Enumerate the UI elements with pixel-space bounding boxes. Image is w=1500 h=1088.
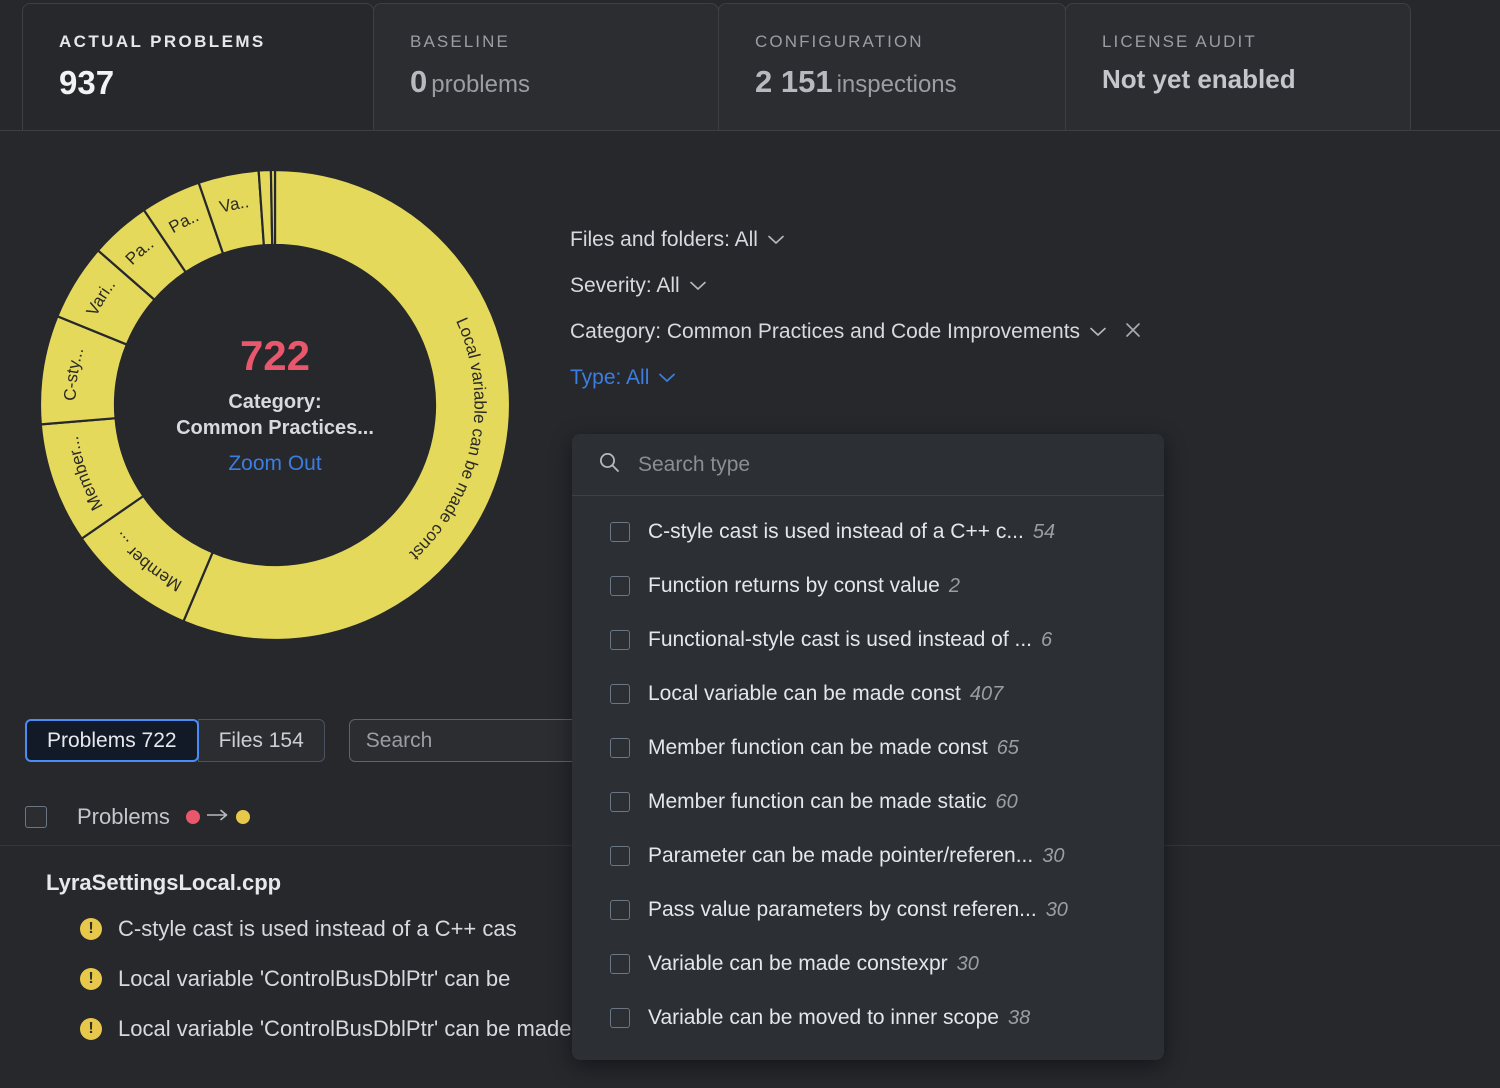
problems-header-label: Problems [77,804,170,829]
type-option-row[interactable]: Local variable can be made const 407 [572,667,1164,721]
type-option-count: 30 [956,952,979,975]
warning-icon: ! [80,1018,102,1040]
summary-cards: ACTUAL PROBLEMS 937 BASELINE 0 problems C… [22,3,1411,131]
type-option-row[interactable]: Functional-style cast is used instead of… [572,613,1164,667]
card-actual-problems[interactable]: ACTUAL PROBLEMS 937 [22,3,374,131]
type-option-count: 60 [995,790,1018,813]
card-value: 2 151 inspections [755,64,957,99]
filter-category[interactable]: Category: Common Practices and Code Impr… [570,320,1142,344]
type-option-count: 6 [1041,628,1053,651]
chevron-down-icon[interactable] [1090,327,1106,337]
card-label: LICENSE AUDIT [1102,32,1257,51]
filter-label: Severity: All [570,274,680,297]
type-option-row[interactable]: C-style cast is used instead of a C++ c.… [572,505,1164,559]
cards-underline [0,130,1500,131]
type-option-label: Member function can be made static [648,790,987,813]
problems-header: Problems [25,804,250,830]
type-option-count: 38 [1008,1006,1031,1029]
filter-label: Files and folders: All [570,228,758,251]
type-option-checkbox[interactable] [610,684,630,704]
filter-files-and-folders[interactable]: Files and folders: All [570,228,1142,252]
select-all-checkbox[interactable] [25,806,47,828]
type-option-checkbox[interactable] [610,576,630,596]
card-baseline[interactable]: BASELINE 0 problems [373,3,719,131]
card-unit: inspections [836,71,957,98]
type-option-checkbox[interactable] [610,630,630,650]
type-option-label: Parameter can be made pointer/referen... [648,844,1034,867]
tab-files[interactable]: Files 154 [197,719,325,762]
filter-label: Category: Common Practices and Code Impr… [570,320,1081,343]
type-option-count: 30 [1045,898,1068,921]
filter-controls: Files and folders: All Severity: All Cat… [570,228,1142,412]
type-option-checkbox[interactable] [610,522,630,542]
type-option-checkbox[interactable] [610,792,630,812]
warning-icon: ! [80,918,102,940]
type-option-label: C-style cast is used instead of a C++ c.… [648,520,1024,543]
type-option-label: Variable can be made constexpr [648,952,948,975]
severity-to-dot [235,810,250,824]
chevron-down-icon[interactable] [689,281,706,291]
donut-segment[interactable] [269,168,277,247]
zoom-out-link[interactable]: Zoom Out [228,452,321,476]
type-option-label: Member function can be made const [648,736,988,759]
filter-label: Type: All [570,366,650,389]
chevron-down-icon[interactable] [768,235,784,245]
filter-type[interactable]: Type: All [570,366,1142,390]
severity-from-dot [185,810,200,824]
result-tabs: Problems 722 Files 154 [25,719,659,762]
type-option-checkbox[interactable] [610,738,630,758]
dropdown-search-row[interactable] [572,434,1164,496]
type-option-count: 54 [1032,520,1056,543]
type-option-count: 2 [948,574,960,597]
filter-severity[interactable]: Severity: All [570,274,1142,298]
card-value: 0 problems [410,64,530,99]
type-option-row[interactable]: Variable can be moved to inner scope 38 [572,991,1164,1045]
type-option-row[interactable]: Member function can be made const 65 [572,721,1164,775]
type-option-list: C-style cast is used instead of a C++ c.… [572,496,1164,1045]
card-label: CONFIGURATION [755,32,924,51]
type-option-row[interactable]: Pass value parameters by const referen..… [572,883,1164,937]
type-option-row[interactable]: Parameter can be made pointer/referen...… [572,829,1164,883]
type-option-label: Variable can be moved to inner scope [648,1006,999,1029]
problem-text: Local variable 'ControlBusDblPtr' can be [118,966,511,991]
type-dropdown-panel[interactable]: C-style cast is used instead of a C++ c.… [572,434,1164,1060]
type-option-row[interactable]: Member function can be made static 60 [572,775,1164,829]
chevron-down-icon[interactable] [659,373,676,383]
card-value: 937 [59,64,115,101]
type-option-row[interactable]: Function returns by const value 2 [572,559,1164,613]
type-option-checkbox[interactable] [610,846,630,866]
type-option-checkbox[interactable] [610,1008,630,1028]
severity-indicator [185,808,250,826]
type-option-label: Local variable can be made const [648,682,961,705]
card-label: BASELINE [410,32,510,51]
type-option-checkbox[interactable] [610,954,630,974]
type-option-label: Pass value parameters by const referen..… [648,898,1037,921]
tab-problems[interactable]: Problems 722 [25,719,199,762]
type-option-label: Function returns by const value [648,574,940,597]
type-option-checkbox[interactable] [610,900,630,920]
card-label: ACTUAL PROBLEMS [59,32,266,51]
card-configuration[interactable]: CONFIGURATION 2 151 inspections [718,3,1066,131]
search-icon [598,451,620,478]
card-unit: problems [431,71,530,98]
category-donut-chart[interactable]: Local variable can be made const Member .… [25,155,525,655]
warning-icon: ! [80,968,102,990]
type-option-row[interactable]: Variable can be made constexpr 30 [572,937,1164,991]
type-option-label: Functional-style cast is used instead of… [648,628,1033,651]
close-icon[interactable] [1124,321,1142,344]
problem-text: C-style cast is used instead of a C++ ca… [118,916,517,941]
type-option-count: 407 [969,682,1004,705]
arrow-right-icon [206,808,229,826]
donut-svg: Local variable can be made constMember .… [38,168,512,642]
card-license-audit[interactable]: LICENSE AUDIT Not yet enabled [1065,3,1411,131]
search-type-input[interactable] [638,452,1146,477]
card-value: Not yet enabled [1102,64,1296,94]
type-option-count: 65 [996,736,1019,759]
type-option-count: 30 [1042,844,1065,867]
